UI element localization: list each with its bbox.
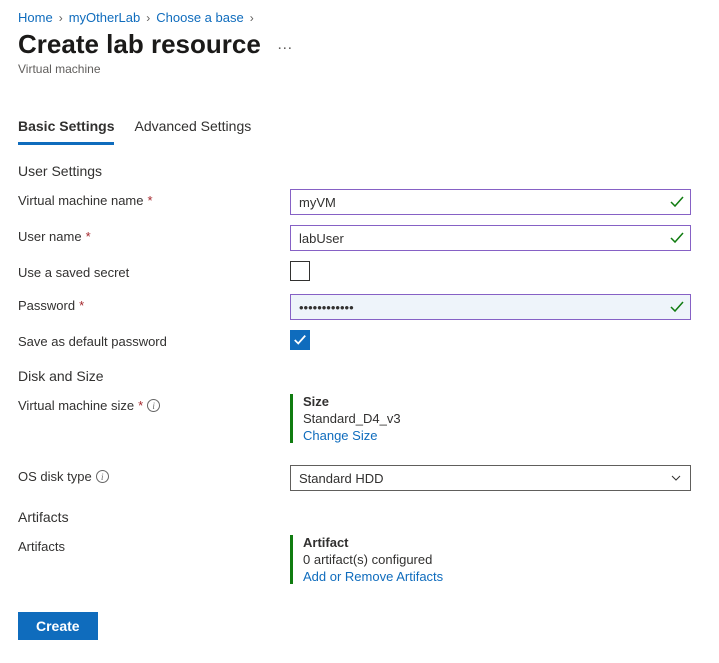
create-button[interactable]: Create [18,612,98,640]
artifact-value: 0 artifact(s) configured [303,552,691,567]
info-icon[interactable]: i [147,399,160,412]
label-user-name: User name [18,229,82,244]
checkmark-icon [669,194,685,210]
tab-basic-settings[interactable]: Basic Settings [18,112,114,145]
label-use-saved-secret: Use a saved secret [18,265,129,280]
section-disk-size: Disk and Size [18,368,701,384]
label-vm-size: Virtual machine size [18,398,134,413]
breadcrumb-choose-base[interactable]: Choose a base [156,10,243,25]
os-disk-type-value: Standard HDD [299,471,384,486]
vm-name-input[interactable] [290,189,691,215]
page-title: Create lab resource [18,29,261,60]
section-user-settings: User Settings [18,163,701,179]
label-vm-name: Virtual machine name [18,193,144,208]
checkmark-icon [669,230,685,246]
tabs: Basic Settings Advanced Settings [18,112,701,145]
tab-advanced-settings[interactable]: Advanced Settings [134,112,251,145]
user-name-input[interactable] [290,225,691,251]
info-icon[interactable]: i [96,470,109,483]
chevron-right-icon: › [59,11,63,25]
use-saved-secret-checkbox[interactable] [290,261,310,281]
label-password: Password [18,298,75,313]
os-disk-type-select[interactable]: Standard HDD [290,465,691,491]
section-artifacts: Artifacts [18,509,701,525]
artifact-card: Artifact 0 artifact(s) configured Add or… [290,535,691,584]
chevron-right-icon: › [250,11,254,25]
password-input[interactable] [290,294,691,320]
label-os-disk-type: OS disk type [18,469,92,484]
breadcrumb: Home › myOtherLab › Choose a base › [18,10,701,25]
more-icon[interactable]: … [277,36,294,54]
breadcrumb-home[interactable]: Home [18,10,53,25]
page-subtitle: Virtual machine [18,62,701,76]
required-indicator: * [86,229,91,244]
chevron-down-icon [670,472,682,484]
change-size-link[interactable]: Change Size [303,428,377,443]
checkmark-icon [669,299,685,315]
artifact-heading: Artifact [303,535,691,550]
label-save-default-password: Save as default password [18,334,167,349]
label-artifacts: Artifacts [18,539,65,554]
add-remove-artifacts-link[interactable]: Add or Remove Artifacts [303,569,443,584]
save-default-password-checkbox[interactable] [290,330,310,350]
required-indicator: * [79,298,84,313]
size-value: Standard_D4_v3 [303,411,691,426]
chevron-right-icon: › [146,11,150,25]
required-indicator: * [148,193,153,208]
size-heading: Size [303,394,691,409]
breadcrumb-lab[interactable]: myOtherLab [69,10,141,25]
required-indicator: * [138,398,143,413]
vm-size-card: Size Standard_D4_v3 Change Size [290,394,691,443]
